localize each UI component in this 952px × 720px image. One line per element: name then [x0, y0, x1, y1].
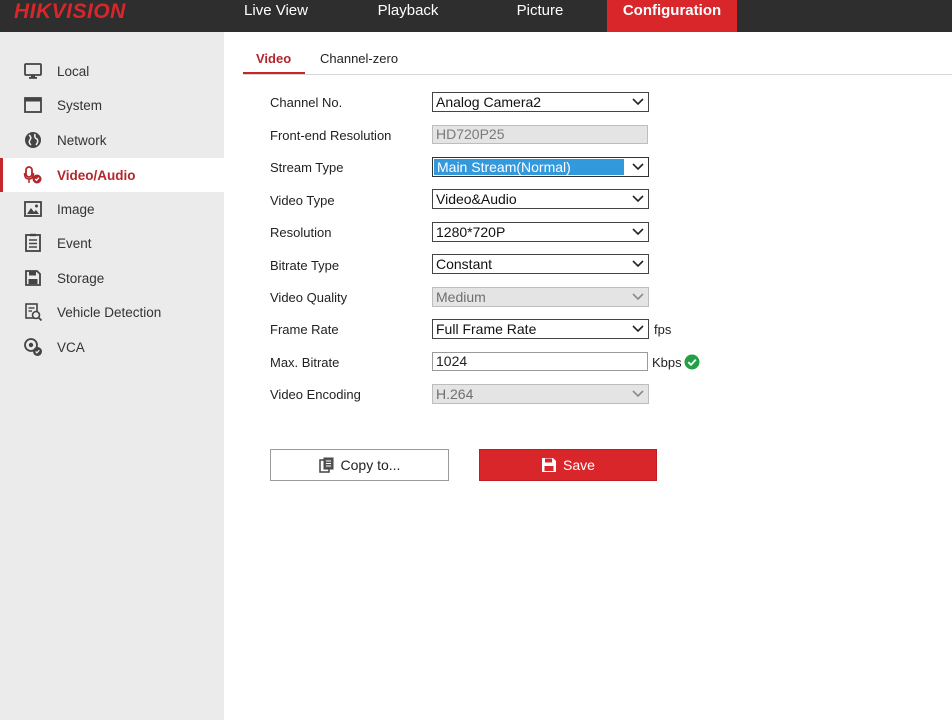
- sidebar-item-system[interactable]: System: [0, 88, 224, 122]
- max-bitrate-unit: Kbps: [652, 355, 682, 370]
- sidebar-item-image[interactable]: Image: [0, 192, 224, 226]
- bitrate-type-value: Constant: [436, 256, 493, 272]
- brand-logo: HIKVISION: [14, 0, 126, 23]
- copy-to-button[interactable]: Copy to...: [270, 449, 449, 481]
- tab-divider: [243, 74, 952, 75]
- front-end-resolution-label: Front-end Resolution: [270, 128, 392, 143]
- video-type-value: Video&Audio: [436, 191, 517, 207]
- sidebar-item-label: System: [57, 97, 103, 113]
- tab-video[interactable]: Video: [256, 44, 291, 74]
- video-type-label: Video Type: [270, 193, 335, 208]
- video-quality-value: Medium: [436, 289, 486, 305]
- channel-no-label: Channel No.: [270, 95, 343, 110]
- bitrate-type-select[interactable]: Constant: [432, 254, 649, 274]
- channel-no-value: Analog Camera2: [436, 94, 542, 110]
- nav-configuration[interactable]: Configuration: [607, 0, 737, 32]
- copy-to-label: Copy to...: [340, 457, 401, 473]
- frame-rate-label: Frame Rate: [270, 322, 339, 337]
- sidebar-item-label: Local: [57, 63, 90, 79]
- globe-icon: [23, 130, 43, 150]
- sidebar-item-label: Storage: [57, 270, 105, 286]
- sidebar-item-vehicle-detection[interactable]: Vehicle Detection: [0, 295, 224, 329]
- sidebar: Local System Network Video/Audio Image E…: [0, 32, 224, 720]
- top-nav-bar: HIKVISION Live View Playback Picture Con…: [0, 0, 952, 32]
- bitrate-type-label: Bitrate Type: [270, 258, 340, 273]
- resolution-select[interactable]: 1280*720P: [432, 222, 649, 242]
- sidebar-item-label: Event: [57, 235, 92, 251]
- chevron-down-icon: [630, 385, 646, 403]
- frame-rate-unit: fps: [654, 322, 672, 337]
- video-type-select[interactable]: Video&Audio: [432, 189, 649, 209]
- resolution-label: Resolution: [270, 225, 332, 240]
- sidebar-item-local[interactable]: Local: [0, 54, 224, 88]
- valid-check-icon: [684, 354, 700, 370]
- save-button[interactable]: Save: [479, 449, 657, 481]
- channel-no-select[interactable]: Analog Camera2: [432, 92, 649, 112]
- monitor-icon: [23, 61, 43, 81]
- image-icon: [23, 199, 43, 219]
- sidebar-item-label: VCA: [57, 339, 85, 355]
- sidebar-item-label: Vehicle Detection: [57, 304, 162, 320]
- frame-rate-select[interactable]: Full Frame Rate: [432, 319, 649, 339]
- sidebar-item-event[interactable]: Event: [0, 226, 224, 260]
- nav-live-view[interactable]: Live View: [231, 0, 321, 32]
- video-encoding-value: H.264: [436, 386, 474, 402]
- video-encoding-select: H.264: [432, 384, 649, 404]
- video-encoding-label: Video Encoding: [270, 387, 361, 402]
- save-label: Save: [563, 457, 595, 473]
- chevron-down-icon: [630, 93, 646, 111]
- save-icon: [541, 457, 557, 473]
- tab-channel-zero[interactable]: Channel-zero: [320, 44, 398, 74]
- nav-playback[interactable]: Playback: [363, 0, 453, 32]
- chevron-down-icon: [630, 190, 646, 208]
- max-bitrate-input[interactable]: 1024: [432, 352, 648, 371]
- stream-type-label: Stream Type: [270, 160, 344, 175]
- resolution-value: 1280*720P: [436, 224, 506, 240]
- chevron-down-icon: [630, 223, 646, 241]
- video-quality-label: Video Quality: [270, 290, 348, 305]
- copy-icon: [318, 457, 335, 473]
- window-icon: [23, 95, 43, 115]
- sidebar-item-label: Network: [57, 132, 107, 148]
- nav-picture[interactable]: Picture: [495, 0, 585, 32]
- event-list-icon: [23, 233, 43, 253]
- sidebar-item-label: Video/Audio: [57, 167, 136, 183]
- chevron-down-icon: [630, 255, 646, 273]
- sidebar-item-video-audio[interactable]: Video/Audio: [0, 158, 224, 192]
- storage-icon: [23, 268, 43, 288]
- sidebar-item-network[interactable]: Network: [0, 123, 224, 157]
- chevron-down-icon: [630, 320, 646, 338]
- vehicle-detection-icon: [23, 302, 43, 322]
- sidebar-item-label: Image: [57, 201, 95, 217]
- sidebar-item-storage[interactable]: Storage: [0, 261, 224, 295]
- frame-rate-value: Full Frame Rate: [436, 321, 537, 337]
- max-bitrate-label: Max. Bitrate: [270, 355, 340, 370]
- video-quality-select: Medium: [432, 287, 649, 307]
- chevron-down-icon: [630, 158, 646, 176]
- camera-mic-icon: [23, 165, 43, 185]
- chevron-down-icon: [630, 288, 646, 306]
- sidebar-item-vca[interactable]: VCA: [0, 330, 224, 364]
- stream-type-value: Main Stream(Normal): [434, 159, 624, 175]
- vca-icon: [23, 337, 43, 357]
- stream-type-select[interactable]: Main Stream(Normal): [432, 157, 649, 177]
- front-end-resolution-field: HD720P25: [432, 125, 648, 144]
